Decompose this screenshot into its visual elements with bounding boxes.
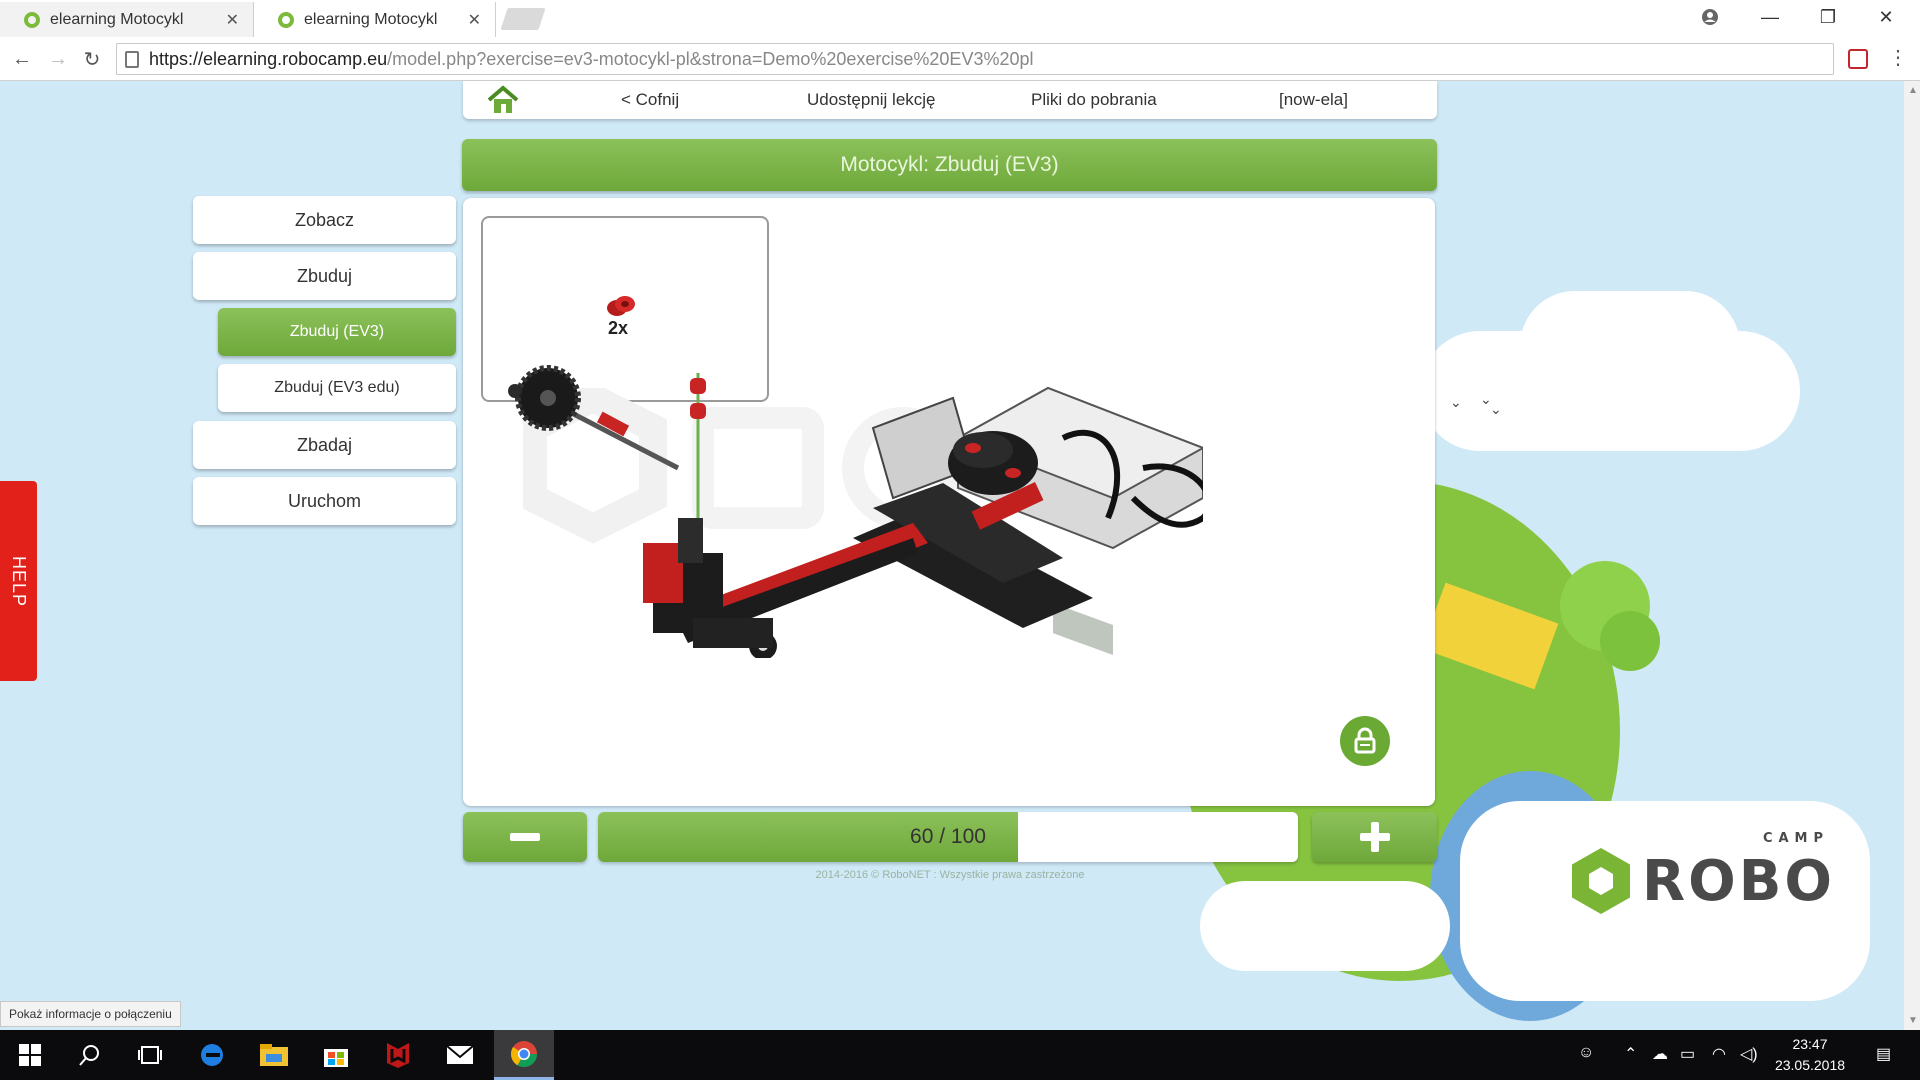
help-button[interactable]: HELP [0,481,37,681]
url-path: /model.php?exercise=ev3-motocykl-pl&stro… [387,48,1034,69]
minus-icon [510,833,540,841]
forward-arrow-icon[interactable]: → [44,45,72,73]
windows-start-icon[interactable] [0,1030,60,1080]
parts-count: 2x [608,318,629,338]
downloads-link[interactable]: Pliki do pobrania [1031,90,1157,110]
step-counter: 60 / 100 [910,825,986,848]
browser-toolbar: ← → ↻ https://elearning.robocamp.eu/mode… [0,37,1920,81]
home-icon[interactable] [485,85,521,115]
red-bushing-part-icon [607,296,635,316]
page-scrollbar[interactable]: ▲ ▼ [1904,81,1920,1030]
clock-date: 23.05.2018 [1774,1057,1846,1073]
instruction-panel: 2x [463,198,1435,806]
close-icon[interactable]: ✕ [226,10,239,30]
close-icon[interactable]: ✕ [468,10,481,30]
step-progress-bar[interactable]: 60 / 100 [598,812,1298,862]
scroll-down-icon[interactable]: ▼ [1908,1015,1918,1026]
robocamp-logo: CAMP ROBO [1572,831,1836,914]
back-link[interactable]: < Cofnij [621,90,679,110]
tray-overflow-icon[interactable]: ⌃ [1624,1044,1637,1064]
robocamp-favicon-icon [24,11,40,28]
file-explorer-icon[interactable] [244,1030,304,1080]
lock-icon [1354,727,1376,754]
url-host: https://elearning.robocamp.eu [149,48,388,69]
top-navigation: < Cofnij Udostępnij lekcję Pliki do pobr… [463,81,1437,119]
browser-tab-1[interactable]: elearning Motocykl ✕ [0,2,254,37]
menu-item-zobacz[interactable]: Zobacz [193,196,456,244]
cloud-illustration [1520,291,1740,401]
plus-icon [1359,822,1390,852]
share-lesson-link[interactable]: Udostępnij lekcję [807,90,936,110]
page-title: Motocykl: Zbuduj (EV3) [462,139,1437,191]
minimize-button[interactable]: — [1742,0,1798,34]
logo-hexagon-icon [1572,848,1630,914]
close-window-button[interactable]: ✕ [1858,0,1914,34]
lock-button[interactable] [1340,716,1390,766]
lego-motorcycle-model [508,365,1203,658]
copyright-footer: 2014-2016 © RoboNET : Wszystkie prawa za… [815,869,1085,881]
restore-button[interactable]: ❐ [1800,0,1856,34]
tree-illustration [1600,611,1660,671]
menu-item-uruchom[interactable]: Uruchom [193,477,456,525]
logo-name: ROBO [1642,848,1836,914]
people-icon[interactable]: ☺ [1578,1044,1594,1062]
chrome-icon[interactable] [494,1030,554,1080]
action-center-icon[interactable]: ▤ [1876,1044,1891,1064]
clock-time: 23:47 [1792,1036,1828,1052]
bird-icon: ⌄ [1490,401,1502,417]
previous-step-button[interactable] [463,812,587,862]
back-arrow-icon[interactable]: ← [8,45,36,73]
user-link[interactable]: [now-ela] [1279,90,1348,110]
mcafee-icon[interactable] [368,1030,428,1080]
menu-item-zbadaj[interactable]: Zbadaj [193,421,456,469]
wifi-icon[interactable]: ◠ [1712,1044,1726,1064]
edge-browser-icon[interactable] [182,1030,242,1080]
robocamp-favicon-icon [278,11,294,28]
browser-tabstrip: elearning Motocykl ✕ elearning Motocykl … [0,0,1920,37]
profile-icon[interactable] [1682,0,1738,34]
system-clock[interactable]: 23:47 23.05.2018 [1760,1034,1860,1076]
menu-item-zbuduj[interactable]: Zbuduj [193,252,456,300]
windows-taskbar: ☺ ⌃ ☁ ▭ ◠ ◁) 23:47 23.05.2018 ▤ [0,1030,1920,1080]
browser-tab-2[interactable]: elearning Motocykl ✕ [254,2,496,37]
new-tab-button[interactable] [500,8,546,30]
tab-title: elearning Motocykl [304,10,438,28]
extension-icon[interactable] [1848,49,1868,69]
onedrive-icon[interactable]: ☁ [1652,1044,1668,1064]
tab-title: elearning Motocykl [50,10,184,28]
address-bar[interactable]: https://elearning.robocamp.eu/model.php?… [116,43,1834,75]
menu-item-zbuduj-ev3-edu[interactable]: Zbuduj (EV3 edu) [218,364,456,412]
search-icon[interactable] [60,1030,120,1080]
logo-sub: CAMP [1762,830,1830,846]
page-info-icon[interactable] [125,50,139,68]
bird-icon: ⌄ [1450,394,1462,410]
help-label: HELP [9,555,29,607]
cloud-illustration [1200,881,1450,971]
store-icon[interactable] [306,1030,366,1080]
battery-icon[interactable]: ▭ [1680,1044,1695,1064]
status-tooltip: Pokaż informacje o połączeniu [0,1001,181,1027]
menu-item-zbuduj-ev3[interactable]: Zbuduj (EV3) [218,308,456,356]
next-step-button[interactable] [1312,812,1437,862]
mail-icon[interactable] [430,1030,490,1080]
scroll-up-icon[interactable]: ▲ [1908,85,1918,96]
task-view-icon[interactable] [120,1030,180,1080]
volume-icon[interactable]: ◁) [1740,1044,1758,1064]
browser-menu-icon[interactable]: ⋮ [1888,45,1908,70]
reload-icon[interactable]: ↻ [78,45,106,73]
